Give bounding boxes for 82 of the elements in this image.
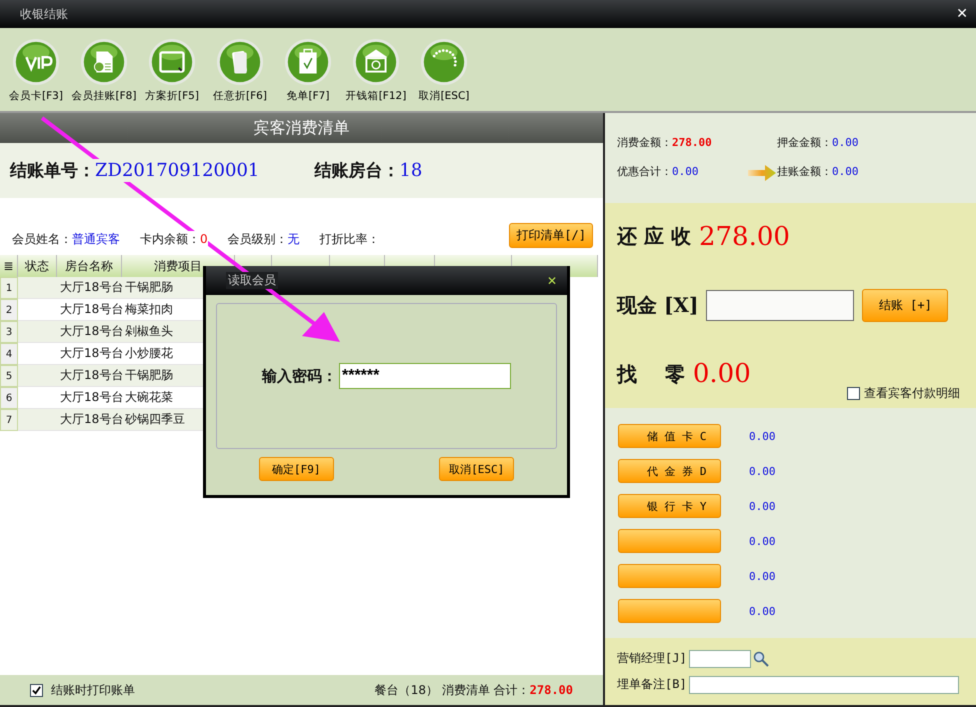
payment-amount: 0.00 xyxy=(749,500,776,512)
payment-method-button[interactable]: 代 金 券 D xyxy=(618,459,721,483)
payment-amount: 0.00 xyxy=(749,534,776,548)
payment-method-button[interactable]: 银 行 卡 Y xyxy=(618,494,721,518)
row-number: 6 xyxy=(0,387,18,409)
cash-field[interactable] xyxy=(706,290,854,321)
close-button[interactable]: ✕ xyxy=(956,6,968,22)
row-number: 7 xyxy=(0,409,18,431)
payment-amount: 0.00 xyxy=(749,604,776,618)
document-icon xyxy=(80,38,128,86)
row-number: 5 xyxy=(0,365,18,387)
payment-amount: 0.00 xyxy=(749,570,776,582)
toolbar-button[interactable]: 会员卡[F3] xyxy=(2,38,70,111)
payment-amount: 0.00 xyxy=(749,464,776,478)
table-cell xyxy=(18,277,57,299)
cancel-button[interactable]: 取消[ESC] xyxy=(439,457,514,481)
table-cell xyxy=(18,365,57,387)
checkbox-label: 结账时打印账单 xyxy=(51,682,135,698)
total-summary: 餐台（18） 消费清单 合计：278.00 xyxy=(374,682,573,698)
dotted-arc-icon xyxy=(420,38,468,86)
bank-icon xyxy=(352,38,400,86)
print-list-button[interactable]: 打印清单[/] xyxy=(509,223,593,248)
row-number: 1 xyxy=(0,277,18,299)
toolbar-button[interactable]: 方案折[F5] xyxy=(138,38,206,111)
checkout-button[interactable]: 结账 [+] xyxy=(862,288,948,322)
table-cell xyxy=(18,409,57,431)
cash-label: 现金 [X] xyxy=(617,292,698,319)
row-number: 3 xyxy=(0,321,18,343)
note-field[interactable] xyxy=(688,676,959,694)
confirm-button[interactable]: 确定[F9] xyxy=(258,457,334,481)
bill-room: 结账房台：18 xyxy=(314,159,422,182)
member-name: 会员姓名：普通宾客 xyxy=(12,231,120,248)
consumption-amount: 消费金额：278.00 xyxy=(617,134,713,150)
clipboard-check-icon xyxy=(284,38,332,86)
search-icon[interactable] xyxy=(752,650,769,666)
column-header: ≣ xyxy=(0,255,18,277)
close-button[interactable]: ✕ xyxy=(546,274,557,288)
toolbar-button[interactable]: 取消[ESC] xyxy=(410,38,478,111)
payment-method-button[interactable] xyxy=(618,599,721,623)
column-header: 房台名称 xyxy=(57,255,122,277)
row-number: 4 xyxy=(0,343,18,365)
row-number: 2 xyxy=(0,299,18,321)
checkbox[interactable] xyxy=(30,684,43,696)
cards-icon xyxy=(216,38,264,86)
discount-rate: 打折比率： xyxy=(320,231,380,248)
toolbar-button[interactable]: 任意折[F6] xyxy=(206,38,274,111)
note-label: 埋单备注[B] xyxy=(617,676,687,693)
payment-method-button[interactable] xyxy=(618,564,721,588)
discount-total: 优惠合计：0.00 xyxy=(617,164,700,180)
window-icon xyxy=(148,38,196,86)
toolbar-button[interactable]: 会员挂账[F8] xyxy=(70,38,138,111)
manager-field[interactable] xyxy=(688,650,751,668)
toolbar-button[interactable]: 免单[F7] xyxy=(274,38,342,111)
deposit-amount: 押金金额：0.00 xyxy=(777,134,860,150)
list-header: 宾客消费清单 xyxy=(0,113,603,143)
password-label: 输入密码： xyxy=(262,366,337,386)
payment-method-button[interactable] xyxy=(618,529,721,553)
dialog-title: 读取会员 xyxy=(226,272,278,289)
table-cell: 大厅18号台 xyxy=(57,409,122,431)
member-level: 会员级别：无 xyxy=(228,231,300,248)
credit-amount: 挂账金额：0.00 xyxy=(777,164,860,180)
manager-label: 营销经理[J] xyxy=(617,650,687,667)
column-header: 状态 xyxy=(18,255,57,277)
change-label: 找 零 xyxy=(617,360,685,388)
table-cell: 大厅18号台 xyxy=(57,321,122,343)
bill-number: 结账单号：ZD201709120001 xyxy=(10,159,260,182)
payment-method-button[interactable]: 储 值 卡 C xyxy=(618,424,721,448)
change-amount: 0.00 xyxy=(692,359,751,390)
arrow-icon xyxy=(747,164,777,182)
toolbar-button[interactable]: 开钱箱[F12] xyxy=(342,38,410,111)
table-cell: 大厅18号台 xyxy=(57,365,122,387)
amount-due-label: 还 应 收 xyxy=(617,223,691,250)
password-field[interactable]: ****** xyxy=(339,363,511,389)
checkbox-label: 查看宾客付款明细 xyxy=(864,385,960,402)
payment-amount: 0.00 xyxy=(749,430,776,442)
card-balance: 卡内余额：0 xyxy=(140,231,208,248)
vip-card-icon xyxy=(12,38,60,86)
table-cell xyxy=(18,321,57,343)
table-cell: 大厅18号台 xyxy=(57,277,122,299)
checkbox[interactable] xyxy=(847,387,860,400)
amount-due: 278.00 xyxy=(698,222,790,252)
window-title: 收银结账 xyxy=(20,6,68,22)
